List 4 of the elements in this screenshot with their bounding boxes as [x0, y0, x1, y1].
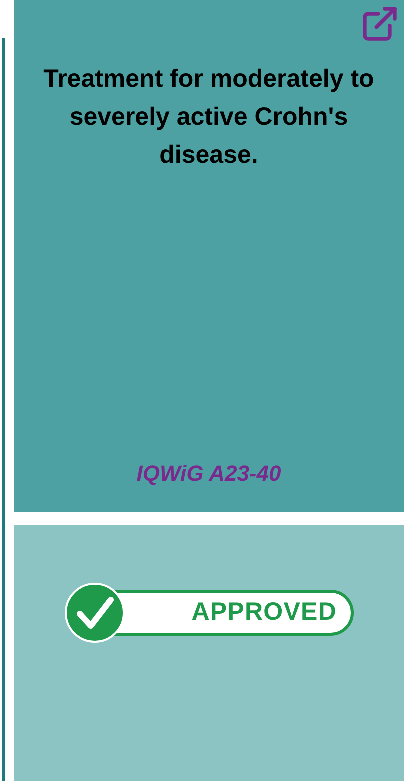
- external-link-icon[interactable]: [360, 4, 400, 44]
- treatment-description: Treatment for moderately to severely active Crohn's disease.: [42, 64, 376, 171]
- reference-code: IQWiG A23-40: [136, 460, 282, 488]
- badge-label: APPROVED: [192, 597, 337, 628]
